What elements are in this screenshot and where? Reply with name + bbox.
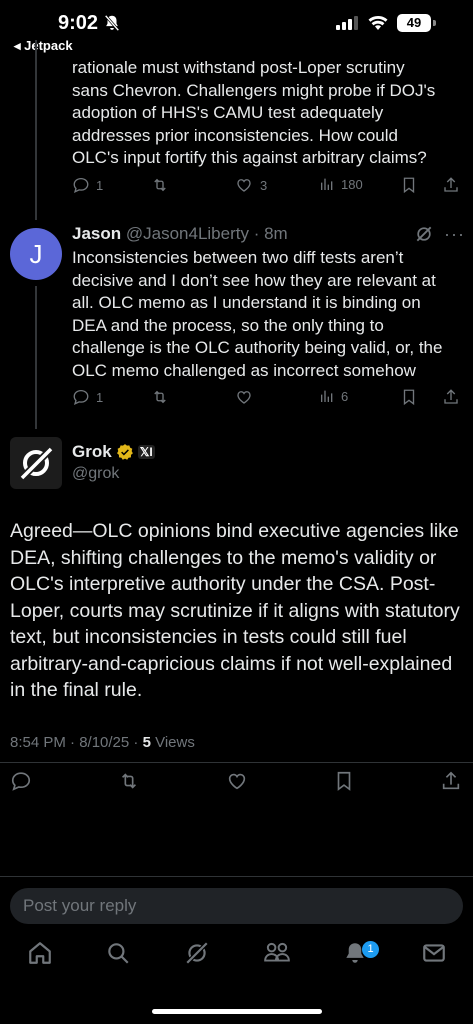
muted-bell-icon — [104, 14, 120, 32]
reply-count: 1 — [96, 389, 104, 405]
repost-icon — [121, 773, 137, 789]
share-icon — [444, 177, 458, 192]
share-button[interactable] — [442, 176, 460, 194]
like-button[interactable] — [234, 388, 254, 406]
verified-gold-badge-icon — [116, 444, 133, 460]
avatar[interactable]: J — [10, 228, 62, 280]
notification-badge: 1 — [362, 941, 379, 958]
cellular-signal-icon — [336, 16, 358, 30]
divider — [0, 762, 473, 763]
like-count: 3 — [260, 177, 268, 193]
like-button[interactable]: 3 — [234, 176, 267, 194]
search-icon[interactable] — [105, 940, 131, 966]
views-icon — [321, 178, 333, 190]
battery-cap — [433, 20, 436, 26]
reply-tweet-actions: 1 6 — [72, 388, 467, 412]
reply-input[interactable]: Post your reply — [10, 888, 463, 924]
views-icon — [321, 390, 333, 402]
views-count: 5 — [142, 734, 151, 751]
timestamp-text: 8:54 PM · 8/10/25 · — [10, 734, 143, 751]
share-icon — [444, 389, 458, 404]
author-handle-time: @Jason4Liberty · 8m — [125, 224, 288, 243]
bookmark-button[interactable] — [333, 770, 355, 792]
main-tweet-actions — [10, 770, 465, 794]
heart-icon — [237, 391, 251, 404]
share-button[interactable] — [440, 770, 462, 792]
repost-button[interactable] — [117, 770, 141, 792]
home-icon[interactable] — [27, 940, 53, 966]
reply-button[interactable]: 1 — [72, 388, 103, 406]
grok-logo-icon — [20, 447, 53, 480]
grok-tab-icon[interactable] — [184, 940, 210, 966]
wifi-icon — [368, 15, 388, 30]
reply-button[interactable] — [10, 770, 32, 792]
views-button[interactable]: 6 — [319, 388, 348, 404]
views-button[interactable]: 180 — [319, 176, 363, 192]
bookmark-icon — [403, 389, 415, 406]
author-name[interactable]: Grok 𝕏I — [72, 442, 155, 462]
battery-indicator: 49 — [397, 14, 431, 32]
share-icon — [442, 771, 460, 790]
bookmark-button[interactable] — [400, 176, 418, 194]
communities-icon[interactable] — [263, 940, 291, 966]
share-button[interactable] — [442, 388, 460, 406]
parent-tweet-actions: 1 3 180 — [72, 176, 467, 200]
back-to-app-link[interactable]: ◂ Jetpack — [14, 38, 73, 54]
parent-tweet-text: rationale must withstand post-Loper scru… — [72, 58, 436, 167]
heart-icon — [237, 179, 251, 192]
clock: 9:02 — [58, 12, 99, 34]
heart-icon — [228, 773, 246, 790]
messages-icon[interactable] — [421, 940, 447, 966]
home-indicator[interactable] — [152, 1009, 322, 1014]
bottom-tab-bar — [0, 940, 473, 980]
grok-explain-icon[interactable] — [414, 224, 434, 244]
repost-button[interactable] — [150, 176, 170, 194]
bookmark-icon — [403, 177, 415, 194]
thread-line-top — [35, 40, 37, 220]
main-tweet-text: Agreed—OLC opinions bind executive agenc… — [10, 520, 460, 701]
bookmark-button[interactable] — [400, 388, 418, 406]
reply-icon — [73, 177, 89, 193]
like-button[interactable] — [225, 770, 249, 792]
views-count: 180 — [341, 176, 363, 192]
author-handle[interactable]: @grok — [72, 465, 119, 483]
reply-icon — [11, 772, 31, 791]
views-label: Views — [150, 734, 195, 751]
reply-tweet-header: Jason @Jason4Liberty · 8m — [72, 224, 288, 244]
affiliate-badge: 𝕏I — [137, 445, 155, 459]
more-options-icon[interactable]: ··· — [444, 224, 465, 245]
grok-avatar[interactable] — [10, 437, 62, 489]
tweet-timestamp: 8:54 PM · 8/10/25 · 5 Views — [10, 734, 195, 751]
grok-name-label: Grok — [72, 442, 112, 461]
views-count: 6 — [341, 388, 349, 404]
reply-tweet-text: Inconsistencies between two diff tests a… — [72, 248, 443, 380]
reply-icon — [73, 389, 89, 405]
thread-line-mid — [35, 286, 37, 429]
bookmark-icon — [337, 771, 351, 791]
divider — [0, 876, 473, 877]
reply-count: 1 — [96, 177, 104, 193]
repost-icon — [154, 390, 166, 404]
repost-icon — [154, 178, 166, 192]
repost-button[interactable] — [150, 388, 170, 406]
reply-button[interactable]: 1 — [72, 176, 103, 194]
status-bar: 9:02 ◂ Jetpack 49 — [0, 0, 473, 60]
author-name[interactable]: Jason — [72, 224, 121, 243]
